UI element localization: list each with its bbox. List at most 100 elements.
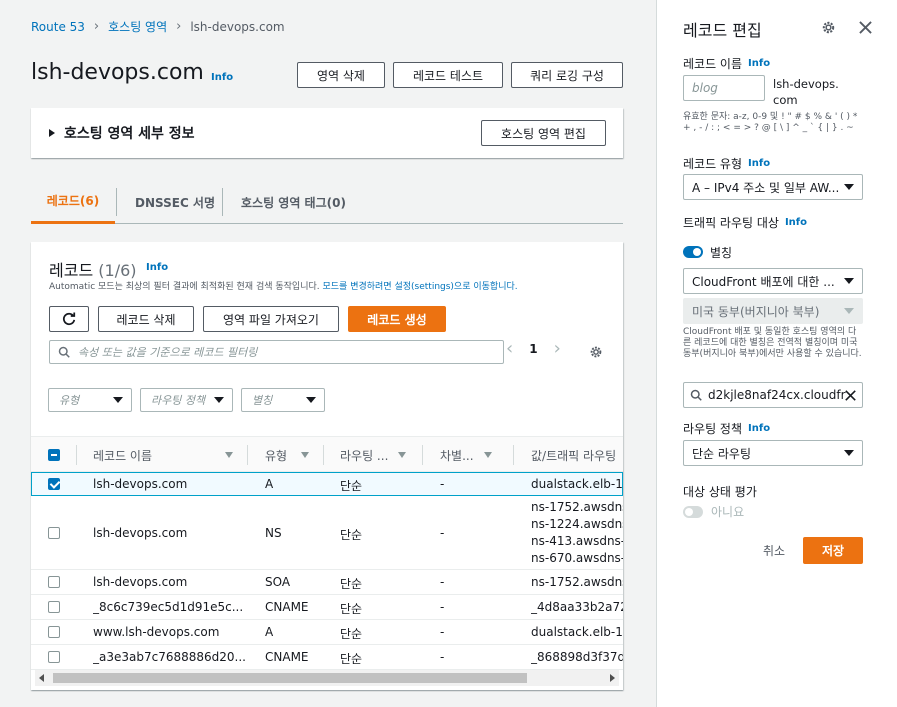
edit-record-drawer: 레코드 편집 레코드 이름 Info blog lsh-devops.com 유효… (657, 0, 897, 707)
hosted-zone-details-panel: 호스팅 영역 세부 정보 호스팅 영역 편집 (31, 108, 623, 158)
alias-target-select[interactable]: CloudFront 배포에 대한 ... (683, 268, 863, 294)
record-type-label: 레코드 유형 Info (683, 157, 771, 171)
row-checkbox[interactable] (48, 601, 60, 613)
alias-value-input[interactable]: d2kjle8naf24cx.cloudfr (683, 382, 863, 408)
records-count: (1/6) (98, 261, 137, 280)
close-icon[interactable] (859, 21, 872, 34)
record-name: www.lsh-devops.com (93, 625, 220, 639)
horizontal-scrollbar[interactable] (35, 670, 619, 686)
record-search-input[interactable]: 속성 또는 값을 기준으로 레코드 필터링 (49, 340, 504, 364)
row-checkbox[interactable] (48, 478, 60, 490)
records-info-link[interactable]: Info (146, 262, 168, 273)
dropdown-icon (306, 397, 316, 403)
test-record-button[interactable]: 레코드 테스트 (393, 62, 503, 88)
gear-icon[interactable] (589, 345, 603, 359)
import-zone-file-button[interactable]: 영역 파일 가져오기 (203, 306, 339, 332)
configure-query-logging-button[interactable]: 쿼리 로깅 구성 (511, 62, 623, 88)
record-routing: 단순 (340, 577, 363, 591)
row-checkbox[interactable] (48, 527, 60, 539)
record-name-help: 유효한 문자: a-z, 0-9 및 ! " # $ % & ' ( ) * +… (683, 112, 858, 133)
scrollbar-thumb[interactable] (53, 673, 527, 683)
record-value: dualstack.elb-156 (531, 477, 623, 491)
record-value: ns-670.awsdns-1 (531, 551, 623, 565)
record-type-info-link[interactable]: Info (748, 158, 770, 169)
row-checkbox[interactable] (48, 626, 60, 638)
tab-records[interactable]: 레코드(6) (31, 180, 115, 224)
drawer-title: 레코드 편집 (683, 21, 762, 40)
save-button[interactable]: 저장 (803, 537, 863, 564)
hosted-zone-details-toggle[interactable]: 호스팅 영역 세부 정보 (49, 123, 195, 143)
cancel-button[interactable]: 취소 (763, 542, 785, 559)
column-routing-policy[interactable]: 라우팅 ... (340, 437, 420, 473)
record-value: _868898d3f37db (531, 650, 623, 664)
record-differentiator: - (440, 526, 445, 540)
record-type: A (265, 477, 274, 491)
title-info-link[interactable]: Info (211, 72, 233, 83)
delete-record-button[interactable]: 레코드 삭제 (98, 306, 194, 332)
dropdown-icon (844, 450, 854, 456)
column-type[interactable]: 유형 (265, 437, 325, 473)
region-select: 미국 동부(버지니아 북부) (683, 298, 863, 324)
record-differentiator: - (440, 477, 445, 491)
record-value: _4d8aa33b2a722 (531, 600, 623, 614)
routing-policy-filter[interactable]: 라우팅 정책 (140, 388, 233, 412)
breadcrumb-hosted-zones[interactable]: 호스팅 영역 (108, 18, 167, 35)
breadcrumb-route53[interactable]: Route 53 (31, 20, 85, 34)
edit-hosted-zone-button[interactable]: 호스팅 영역 편집 (481, 120, 606, 146)
table-row[interactable]: lsh-devops.com NS 단순 - ns-1752.awsdns- n… (31, 497, 623, 570)
alias-filter[interactable]: 별칭 (241, 388, 325, 412)
page-title: lsh-devops.com (31, 60, 204, 85)
column-value[interactable]: 값/트래픽 라우팅 (531, 437, 623, 473)
table-row[interactable]: lsh-devops.com SOA 단순 - ns-1752.awsdns- (31, 570, 623, 595)
search-mode-notice: Automatic 모드는 최상의 필터 결과에 최적화된 현재 검색 동작입니… (49, 282, 518, 292)
prev-page-icon[interactable]: ‹ (506, 340, 513, 358)
dropdown-icon (113, 397, 123, 403)
sort-icon (398, 452, 407, 458)
record-type: NS (265, 526, 282, 540)
table-row[interactable]: www.lsh-devops.com A 단순 - dualstack.elb-… (31, 620, 623, 645)
select-all-checkbox[interactable] (48, 449, 60, 461)
column-differentiator[interactable]: 차별... (440, 437, 520, 473)
table-row[interactable]: _8c6c739ec5d1d91e5c... CNAME 단순 - _4d8aa… (31, 595, 623, 620)
tab-zone-tags[interactable]: 호스팅 영역 태그(0) (241, 180, 346, 224)
record-type-select[interactable]: A – IPv4 주소 및 일부 AW... (683, 174, 863, 200)
settings-link[interactable]: 모드를 변경하려면 설정(settings)으로 이동합니다. (323, 282, 518, 292)
next-page-icon[interactable]: › (554, 340, 561, 358)
row-checkbox[interactable] (48, 576, 60, 588)
table-row[interactable]: _a3e3ab7c7688886d20... CNAME 단순 - _86889… (31, 645, 623, 670)
gear-icon[interactable] (821, 20, 836, 35)
record-value: ns-413.awsdns-5 (531, 534, 623, 548)
record-name-suffix: lsh-devops.com (773, 77, 839, 107)
record-routing: 단순 (340, 652, 363, 666)
search-icon (690, 389, 702, 401)
scroll-right-icon[interactable] (610, 674, 615, 682)
tab-dnssec[interactable]: DNSSEC 서명 (135, 180, 215, 224)
refresh-button[interactable] (49, 306, 89, 332)
record-differentiator: - (440, 600, 445, 614)
routing-policy-info-link[interactable]: Info (748, 423, 770, 434)
record-name-input[interactable]: blog (683, 75, 765, 101)
scroll-left-icon[interactable] (39, 674, 44, 682)
search-icon (58, 346, 70, 358)
table-row[interactable]: lsh-devops.com A 단순 - dualstack.elb-156 (31, 472, 623, 496)
sort-icon (225, 452, 233, 458)
create-record-button[interactable]: 레코드 생성 (348, 306, 446, 332)
dropdown-icon (844, 308, 854, 314)
current-page[interactable]: 1 (529, 342, 537, 356)
records-title: 레코드 (1/6) (49, 261, 137, 280)
record-routing: 단순 (340, 528, 363, 542)
traffic-routing-info-link[interactable]: Info (785, 217, 807, 228)
type-filter[interactable]: 유형 (48, 388, 132, 412)
pagination: ‹ 1 › (506, 340, 561, 358)
record-name: lsh-devops.com (93, 526, 188, 540)
records-panel: 레코드 (1/6) Info Automatic 모드는 최상의 필터 결과에 … (31, 242, 623, 690)
row-checkbox[interactable] (48, 651, 60, 663)
record-name-info-link[interactable]: Info (748, 58, 770, 69)
hosted-zone-details-title: 호스팅 영역 세부 정보 (64, 126, 195, 142)
column-record-name[interactable]: 레코드 이름 (93, 437, 233, 473)
routing-policy-select[interactable]: 단순 라우팅 (683, 440, 863, 466)
clear-icon[interactable] (845, 389, 856, 401)
alias-toggle[interactable] (683, 246, 703, 258)
delete-zone-button[interactable]: 영역 삭제 (297, 62, 385, 88)
record-differentiator: - (440, 650, 445, 664)
